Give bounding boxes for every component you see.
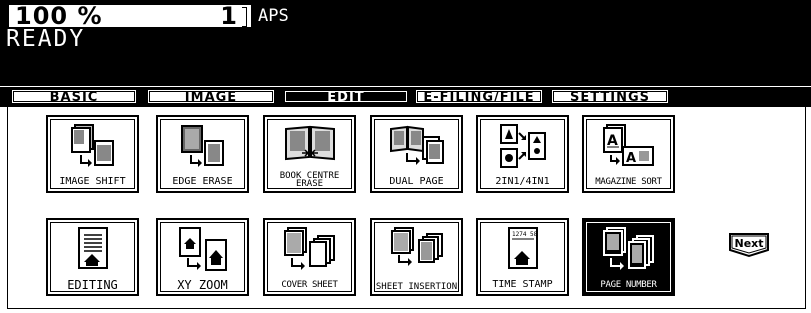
magazine-sort-icon: A A <box>602 124 654 166</box>
function-label: IMAGE SHIFT <box>59 176 126 187</box>
page-number-button[interactable]: PAGE NUMBER <box>582 218 675 296</box>
edge-erase-icon <box>180 125 224 167</box>
2in1-4in1-button[interactable]: 2IN1/4IN1 <box>476 115 569 193</box>
book-centre-erase-button[interactable]: BOOK CENTRE ERASE <box>263 115 356 193</box>
svg-text:A: A <box>626 151 636 166</box>
sheet-insertion-button[interactable]: SHEET INSERTION <box>370 218 463 296</box>
tab-settings[interactable]: SETTINGS <box>550 88 670 105</box>
dual-page-icon <box>389 125 444 165</box>
tab-label: EDIT <box>327 90 365 105</box>
function-label: COVER SHEET <box>281 280 338 290</box>
tab-label: E-FILING/FILE <box>423 90 535 105</box>
sheet-insertion-icon <box>390 227 443 266</box>
time-stamp-button[interactable]: 1274 58 TIME STAMP <box>476 218 569 296</box>
edge-erase-button[interactable]: EDGE ERASE <box>156 115 249 193</box>
2in1-4in1-icon <box>499 124 546 168</box>
svg-text:1274 58: 1274 58 <box>512 231 538 238</box>
zoom-copies-display: 100 % 1 <box>8 2 252 30</box>
tab-label: SETTINGS <box>569 90 651 105</box>
display-bracket <box>242 7 247 27</box>
status-bar: 100 % 1 APS READY <box>0 0 811 86</box>
tab-basic[interactable]: BASIC <box>10 88 138 105</box>
xy-zoom-icon <box>178 227 227 271</box>
tab-label: IMAGE <box>184 90 238 105</box>
dual-page-button[interactable]: DUAL PAGE <box>370 115 463 193</box>
next-button[interactable]: Next <box>728 230 770 258</box>
next-label: Next <box>734 237 763 250</box>
function-label: EDITING <box>67 278 118 292</box>
image-shift-icon <box>70 124 114 167</box>
function-label: XY ZOOM <box>177 278 228 292</box>
function-label: DUAL PAGE <box>389 176 444 187</box>
function-label: EDGE ERASE <box>172 176 233 187</box>
copy-count: 1 <box>220 2 237 30</box>
function-label: PAGE NUMBER <box>600 280 657 290</box>
book-centre-erase-icon <box>284 125 335 161</box>
tab-edit[interactable]: EDIT <box>282 88 410 105</box>
cover-sheet-button[interactable]: COVER SHEET <box>263 218 356 296</box>
page-number-icon <box>602 227 654 270</box>
cover-sheet-icon <box>283 227 335 270</box>
function-label: SHEET INSERTION <box>375 282 458 292</box>
editing-button[interactable]: EDITING <box>46 218 139 296</box>
time-stamp-icon: 1274 58 <box>507 227 538 269</box>
magazine-sort-button[interactable]: A A MAGAZINE SORT <box>582 115 675 193</box>
paper-mode: APS <box>258 6 289 26</box>
machine-status: READY <box>6 26 86 52</box>
tab-bar: BASIC IMAGE EDIT E-FILING/FILE SETTINGS <box>0 86 811 107</box>
editing-icon <box>77 227 108 269</box>
function-label: BOOK CENTRE ERASE <box>279 171 340 189</box>
function-label: MAGAZINE SORT <box>595 177 662 187</box>
tab-e-filing-file[interactable]: E-FILING/FILE <box>414 88 544 105</box>
tab-image[interactable]: IMAGE <box>146 88 276 105</box>
xy-zoom-button[interactable]: XY ZOOM <box>156 218 249 296</box>
image-shift-button[interactable]: IMAGE SHIFT <box>46 115 139 193</box>
tab-label: BASIC <box>49 90 99 105</box>
function-label: 2IN1/4IN1 <box>495 176 550 187</box>
function-label: TIME STAMP <box>492 279 553 290</box>
